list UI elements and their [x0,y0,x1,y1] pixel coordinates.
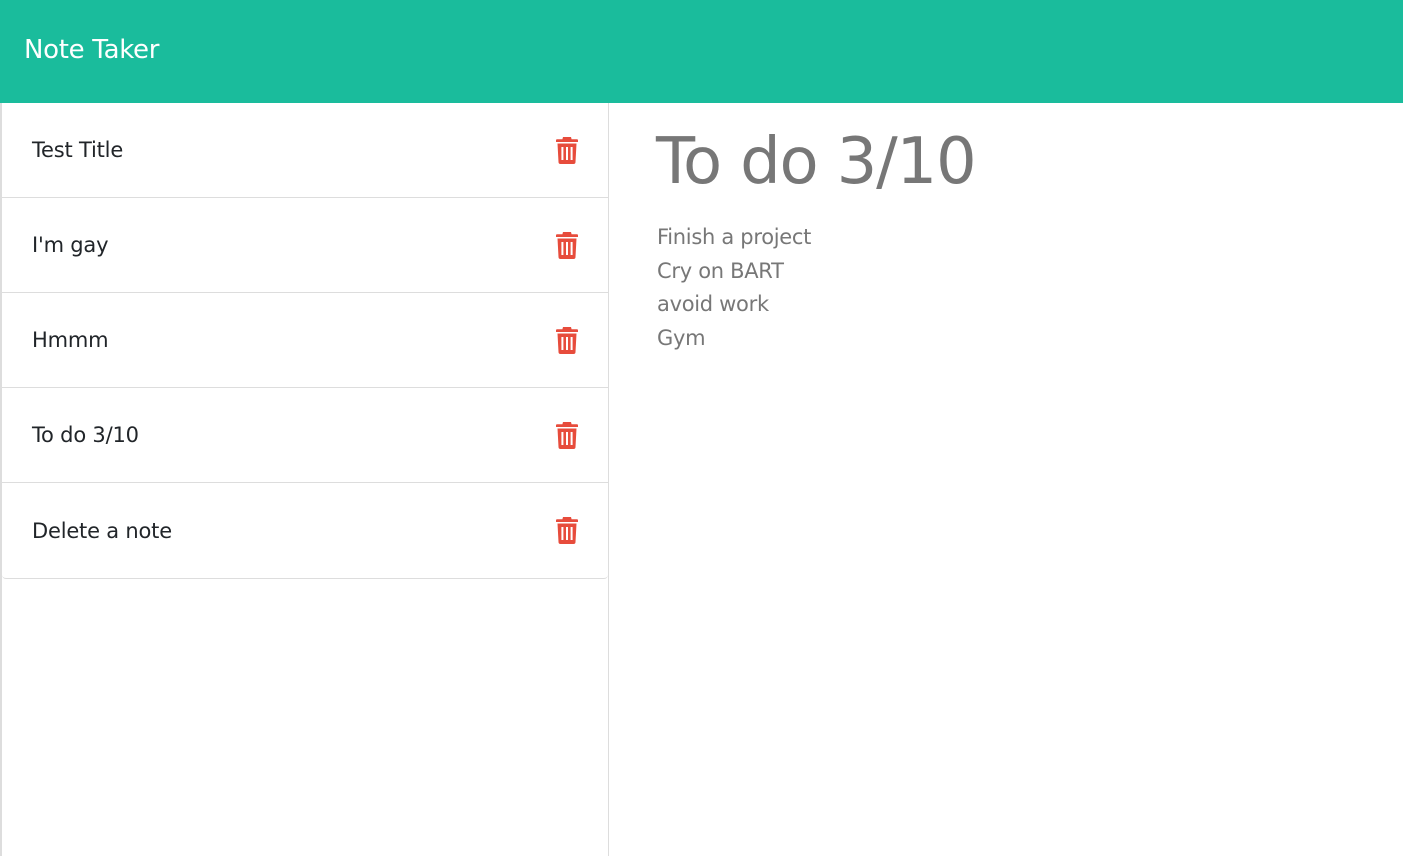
delete-note-button[interactable] [555,516,579,546]
note-list-item[interactable]: Hmmm [2,293,608,388]
delete-note-button[interactable] [555,135,579,165]
trash-icon [556,231,578,259]
trash-icon [556,421,578,449]
note-list-item-title: I'm gay [32,233,109,257]
note-text-field[interactable]: Finish a project Cry on BART avoid work … [657,221,811,356]
delete-note-button[interactable] [555,325,579,355]
note-list-item-title: Delete a note [32,518,172,543]
delete-note-button[interactable] [555,230,579,260]
delete-note-button[interactable] [555,420,579,450]
note-list: Test Title I'm gay Hmmm To do 3/10 Delet… [2,103,608,579]
note-title-field[interactable]: To do 3/10 [656,127,977,197]
notes-sidebar: Test Title I'm gay Hmmm To do 3/10 Delet… [0,103,609,856]
trash-icon [556,136,578,164]
note-list-item[interactable]: Delete a note [2,483,608,578]
note-list-item[interactable]: I'm gay [2,198,608,293]
brand-link[interactable]: Note Taker [24,35,159,69]
note-list-item[interactable]: To do 3/10 [2,388,608,483]
trash-icon [556,326,578,354]
trash-icon [556,517,578,544]
note-list-item-title: Hmmm [32,328,109,352]
note-list-item[interactable]: Test Title [2,103,608,198]
note-editor: To do 3/10 Finish a project Cry on BART … [609,103,1403,856]
note-list-item-title: Test Title [32,138,124,162]
note-list-item-title: To do 3/10 [32,423,139,447]
navbar: Note Taker [0,0,1403,103]
